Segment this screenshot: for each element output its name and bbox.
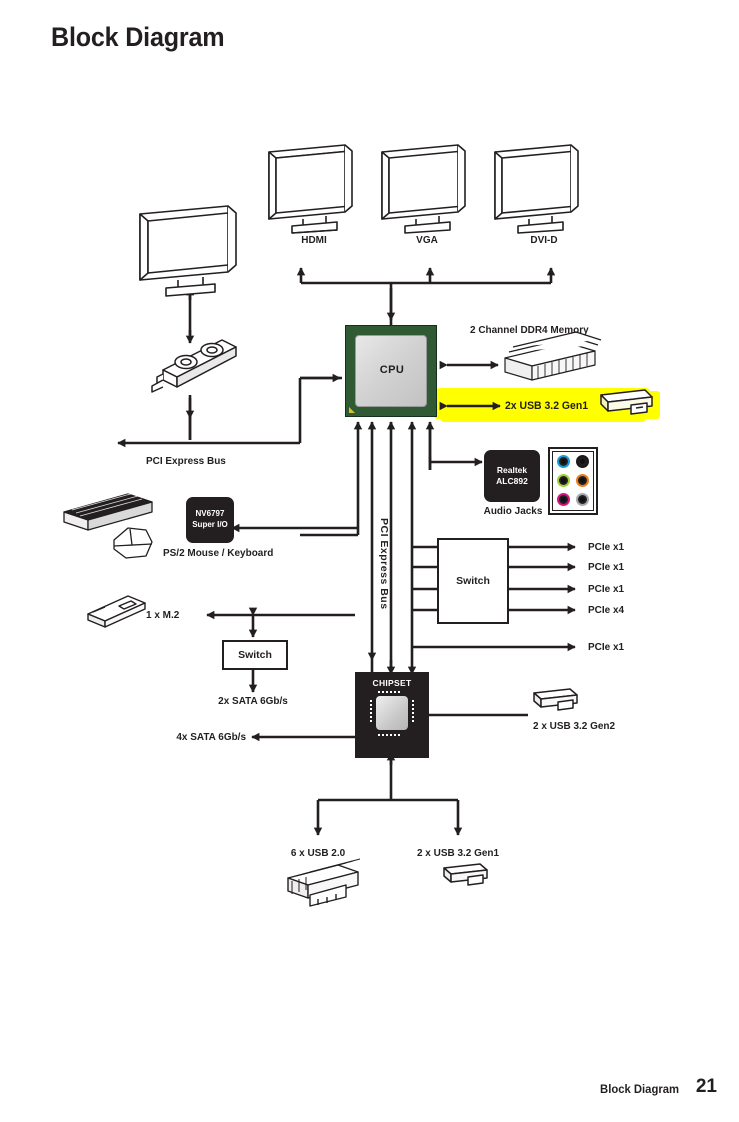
- cpu-label: CPU: [379, 364, 405, 376]
- side-speaker-jack: [576, 493, 589, 506]
- footer-section-label: Block Diagram: [600, 1082, 679, 1096]
- pcie-lane-label-4: PCIe x4: [588, 604, 625, 616]
- super-io-chip: NV6797 Super I/O: [186, 497, 234, 543]
- m2-label: 1 x M.2: [146, 609, 180, 621]
- sata-4x-label: 4x SATA 6Gb/s: [176, 731, 246, 743]
- rear-speaker-jack: [557, 493, 570, 506]
- audio-jacks-label: Audio Jacks: [483, 505, 543, 517]
- chipset-usb20-label: 6 x USB 2.0: [290, 847, 346, 859]
- sata-switch-label: Switch: [238, 649, 272, 661]
- usb-gen1-arrow-overlay: [439, 389, 653, 415]
- cpu-block: CPU: [345, 325, 437, 417]
- pcie-switch-box: Switch: [437, 538, 509, 624]
- chipset-usb-gen1-label: 2 x USB 3.2 Gen1: [416, 847, 500, 859]
- line-out-jack: [576, 455, 589, 468]
- chipset-label: CHIPSET: [372, 678, 412, 688]
- pcie-lane-label-1: PCIe x1: [588, 541, 625, 553]
- pci-express-bus-vertical-label: PCI Express Bus: [378, 518, 390, 610]
- footer-page-number: 21: [695, 1076, 717, 1097]
- chipset-usb-gen2-label: 2 x USB 3.2 Gen2: [533, 720, 616, 732]
- ps2-label: PS/2 Mouse / Keyboard: [163, 547, 274, 559]
- page-footer: Block Diagram 21: [0, 1076, 739, 1108]
- display-label-dvid: DVI-D: [530, 234, 558, 246]
- cpu-notch-marker: [349, 407, 355, 413]
- pcie-direct-lane-label: PCIe x1: [588, 641, 625, 653]
- mic-jack: [557, 474, 570, 487]
- super-io-line2: Super I/O: [192, 520, 228, 529]
- chipset-pins-right: [412, 700, 414, 722]
- block-diagram-page: Block Diagram CPU CHIPSET Realtek ALC892…: [0, 0, 739, 1122]
- display-label-hdmi: HDMI: [301, 234, 327, 246]
- center-sub-jack: [576, 474, 589, 487]
- audio-codec-line1: Realtek: [496, 464, 528, 475]
- super-io-line1: NV6797: [195, 509, 225, 519]
- pcie-lane-label-3: PCIe x1: [588, 583, 625, 595]
- chipset-pins-top: [378, 691, 400, 693]
- chipset-pins-bottom: [378, 734, 400, 736]
- line-in-jack: [557, 455, 570, 468]
- chipset-pins-left: [370, 700, 372, 722]
- audio-codec-line2: ALC892: [496, 476, 528, 486]
- chipset-block: CHIPSET: [355, 672, 429, 758]
- pcie-lane-label-2: PCIe x1: [588, 561, 625, 573]
- audio-codec-chip: Realtek ALC892: [484, 450, 540, 502]
- sata-2x-label: 2x SATA 6Gb/s: [218, 695, 288, 707]
- pcie-switch-label: Switch: [456, 575, 490, 587]
- cpu-usb-label: 2x USB 3.2 Gen1: [505, 400, 589, 412]
- display-label-vga: VGA: [416, 234, 438, 246]
- sata-switch-box: Switch: [222, 640, 288, 670]
- chipset-die: [376, 696, 408, 730]
- audio-jack-panel: [548, 447, 598, 515]
- memory-label: 2 Channel DDR4 Memory: [470, 324, 589, 336]
- pci-express-bus-label: PCI Express Bus: [146, 455, 226, 467]
